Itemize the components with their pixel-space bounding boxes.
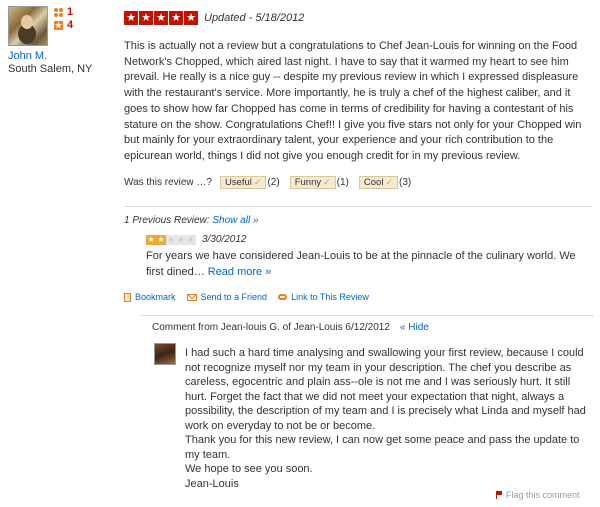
star-empty-icon: ★ [176, 234, 186, 245]
bookmark-button[interactable]: Bookmark [124, 292, 176, 302]
star-empty-icon: ★ [186, 234, 196, 245]
send-label: Send to a Friend [200, 292, 268, 302]
user-avatar[interactable] [8, 6, 48, 46]
star-icon: ★ [156, 234, 166, 245]
link-to-review-button[interactable]: Link to This Review [278, 292, 369, 302]
cool-label: Cool [363, 177, 384, 188]
reviews-stat: ★ 4 [54, 19, 73, 32]
user-stats: 1 ★ 4 [54, 6, 73, 32]
link-label: Link to This Review [291, 292, 369, 302]
user-location: South Salem, NY [8, 63, 93, 75]
previous-review-date: 3/30/2012 [202, 234, 247, 245]
star-review-icon: ★ [54, 21, 63, 30]
bookmark-icon [124, 292, 131, 302]
owner-comment: Comment from Jean-louis G. of Jean-Louis… [140, 315, 594, 490]
user-name-link[interactable]: John M. [8, 50, 47, 62]
check-icon: ✓ [323, 177, 331, 187]
star-icon: ★ [139, 11, 153, 25]
review-actions: Bookmark Send to a Friend Link to This R… [124, 292, 380, 302]
cool-count: (3) [398, 177, 412, 188]
previous-review-heading: 1 Previous Review: Show all » [124, 215, 592, 226]
star-empty-icon: ★ [166, 234, 176, 245]
cool-button[interactable]: Cool ✓ [358, 176, 398, 189]
friends-stat: 1 [54, 6, 73, 19]
funny-button[interactable]: Funny ✓ [289, 176, 336, 189]
rating-stars: ★ ★ ★ ★ ★ [124, 11, 198, 25]
flag-label: Flag this comment [506, 490, 580, 500]
mail-icon [186, 293, 197, 301]
useful-count: (2) [267, 177, 280, 188]
show-all-link[interactable]: Show all » [212, 215, 258, 226]
vote-prompt: Was this review …? [124, 177, 212, 188]
comment-body: I had such a hard time analysing and swa… [185, 347, 586, 490]
comment-header-text: Comment from Jean-louis G. of Jean-Louis… [152, 322, 390, 333]
hide-comment-link[interactable]: « Hide [400, 322, 429, 333]
previous-rating: ★ ★ ★ ★ ★ 3/30/2012 [146, 234, 592, 245]
owner-avatar[interactable] [154, 343, 176, 365]
reviews-count: 4 [67, 19, 74, 31]
comment-header: Comment from Jean-louis G. of Jean-Louis… [152, 322, 594, 333]
review-header: ★ ★ ★ ★ ★ Updated - 5/18/2012 [124, 10, 594, 26]
link-icon [278, 294, 288, 300]
previous-heading-text: 1 Previous Review: [124, 215, 213, 226]
send-to-friend-button[interactable]: Send to a Friend [186, 292, 268, 302]
friends-icon [54, 8, 63, 17]
check-icon: ✓ [253, 177, 262, 187]
previous-rating-stars: ★ ★ ★ ★ ★ [146, 234, 196, 245]
star-icon: ★ [184, 11, 198, 25]
funny-count: (1) [336, 177, 349, 188]
review-main: ★ ★ ★ ★ ★ Updated - 5/18/2012 This is ac… [124, 10, 594, 490]
flag-icon [496, 491, 502, 499]
funny-label: Funny [294, 177, 322, 188]
vote-row: Was this review …? Useful ✓ (2) Funny ✓ (1… [124, 176, 421, 189]
updated-date: Updated - 5/18/2012 [204, 12, 305, 24]
star-icon: ★ [146, 234, 156, 245]
useful-label: Useful [224, 177, 252, 188]
previous-review: 1 Previous Review: Show all » ★ ★ ★ ★ ★ … [124, 206, 592, 280]
flag-comment-link[interactable]: Flag this comment [496, 490, 580, 500]
star-icon: ★ [169, 11, 183, 25]
previous-review-text: For years we have considered Jean-Louis … [146, 249, 586, 280]
bookmark-label: Bookmark [135, 292, 176, 302]
star-icon: ★ [124, 11, 138, 25]
star-icon: ★ [154, 11, 168, 25]
review-body: This is actually not a review but a cong… [124, 40, 582, 162]
read-more-link[interactable]: Read more » [208, 266, 272, 278]
useful-button[interactable]: Useful ✓ [219, 176, 267, 189]
check-icon: ✓ [385, 177, 393, 187]
friends-count: 1 [67, 6, 74, 18]
